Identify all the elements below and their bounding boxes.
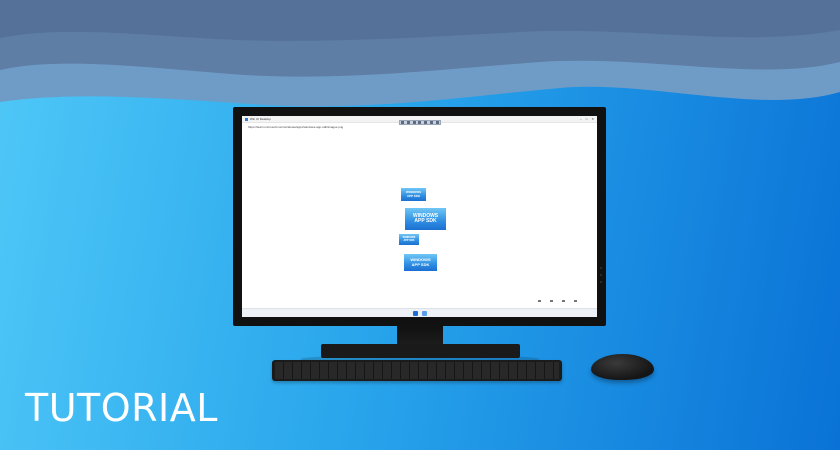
- app-icon[interactable]: [421, 310, 427, 316]
- monitor-button: [600, 267, 602, 269]
- edit-icon[interactable]: [418, 121, 422, 124]
- rotate-icon[interactable]: [412, 121, 416, 124]
- image-toolbar: [399, 120, 441, 125]
- keyboard-keys: [275, 362, 559, 379]
- keyboard: [272, 360, 562, 381]
- monitor-base: [321, 344, 520, 358]
- window-title: Win UI Desktop: [250, 116, 271, 121]
- monitor-buttons: [600, 267, 604, 283]
- minimize-button[interactable]: –: [580, 117, 582, 121]
- next-icon[interactable]: [550, 300, 553, 302]
- save-icon[interactable]: [401, 121, 405, 124]
- windows-app-sdk-banner: WINDOWS APP SDK: [404, 254, 437, 271]
- banner-line2: APP SDK: [403, 238, 415, 242]
- start-icon[interactable]: [412, 310, 418, 316]
- monitor-button: [600, 281, 602, 283]
- window-controls: – □ ✕: [580, 117, 594, 121]
- text-icon[interactable]: [407, 121, 411, 124]
- taskbar: [242, 308, 597, 317]
- bookmark-icon[interactable]: [424, 121, 428, 124]
- windows-app-sdk-banner: WINDOWS APP SDK: [401, 188, 426, 201]
- close-button[interactable]: ✕: [591, 117, 594, 121]
- close-icon[interactable]: [435, 121, 439, 124]
- monitor: Win UI Desktop – □ ✕ https://learn.micro…: [233, 107, 606, 326]
- fullscreen-icon[interactable]: [574, 300, 577, 302]
- banner-line2: APP SDK: [406, 193, 421, 198]
- app-window: Win UI Desktop – □ ✕ https://learn.micro…: [242, 116, 597, 317]
- prev-icon[interactable]: [538, 300, 541, 302]
- header-waves: [0, 0, 840, 107]
- windows-app-sdk-banner: WINDOWS APP SDK: [399, 234, 419, 245]
- crop-icon[interactable]: [429, 121, 433, 124]
- banner-line2: APP SDK: [414, 218, 437, 224]
- monitor-button: [600, 274, 602, 276]
- app-icon: [245, 117, 248, 121]
- tutorial-heading: TUTORIAL: [25, 386, 218, 430]
- address-bar[interactable]: https://learn.microsoft.com/windows/apps…: [248, 126, 343, 129]
- mouse: [591, 354, 654, 380]
- maximize-button[interactable]: □: [586, 117, 588, 121]
- banner-line2: APP SDK: [411, 261, 430, 267]
- windows-app-sdk-banner: WINDOWS APP SDK: [405, 208, 446, 230]
- page-controls: [538, 300, 577, 302]
- fit-icon[interactable]: [562, 300, 565, 302]
- monitor-neck: [397, 326, 443, 346]
